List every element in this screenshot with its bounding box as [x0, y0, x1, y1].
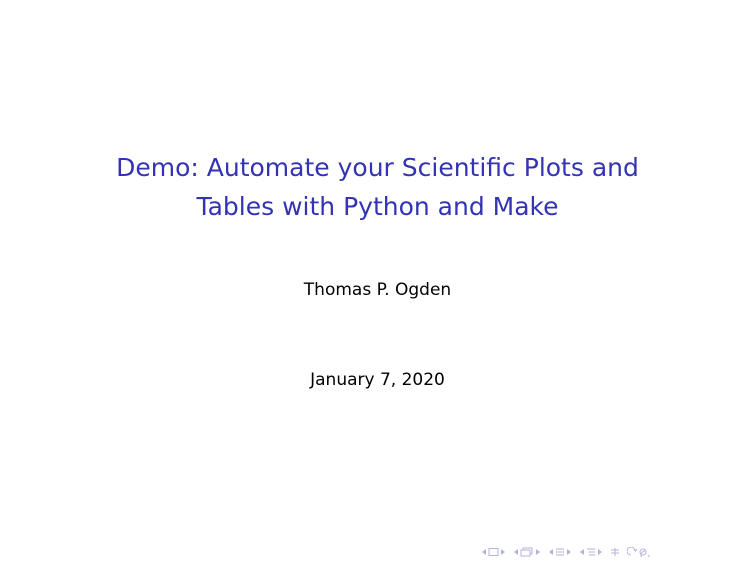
nav-group-section — [579, 546, 603, 558]
prev-subsection-arrow-icon[interactable] — [548, 546, 554, 558]
nav-group-subsection — [548, 546, 572, 558]
prev-frame-arrow-icon[interactable] — [513, 546, 519, 558]
slide-title: Demo: Automate your Scientific Plots and… — [0, 148, 755, 226]
slide-icon[interactable] — [488, 546, 499, 558]
title-line-2: Tables with Python and Make — [196, 192, 559, 221]
search-icon[interactable] — [627, 546, 653, 558]
prev-slide-arrow-icon[interactable] — [481, 546, 487, 558]
next-frame-arrow-icon[interactable] — [535, 546, 541, 558]
slide: Demo: Automate your Scientific Plots and… — [0, 0, 755, 566]
subsection-icon[interactable] — [555, 546, 565, 558]
next-subsection-arrow-icon[interactable] — [566, 546, 572, 558]
prev-section-arrow-icon[interactable] — [579, 546, 585, 558]
nav-group-slide — [481, 546, 506, 558]
appendix-icon[interactable] — [610, 546, 620, 558]
title-line-1: Demo: Automate your Scientific Plots and — [116, 153, 639, 182]
nav-group-search — [627, 546, 653, 558]
next-section-arrow-icon[interactable] — [597, 546, 603, 558]
next-slide-arrow-icon[interactable] — [500, 546, 506, 558]
author-name: Thomas P. Ogden — [303, 280, 452, 300]
nav-group-appendix — [610, 546, 620, 558]
frame-icon[interactable] — [520, 546, 534, 558]
beamer-navigation-bar — [481, 545, 660, 559]
section-icon[interactable] — [586, 546, 596, 558]
nav-group-frame — [513, 546, 541, 558]
presentation-date: January 7, 2020 — [310, 370, 445, 390]
